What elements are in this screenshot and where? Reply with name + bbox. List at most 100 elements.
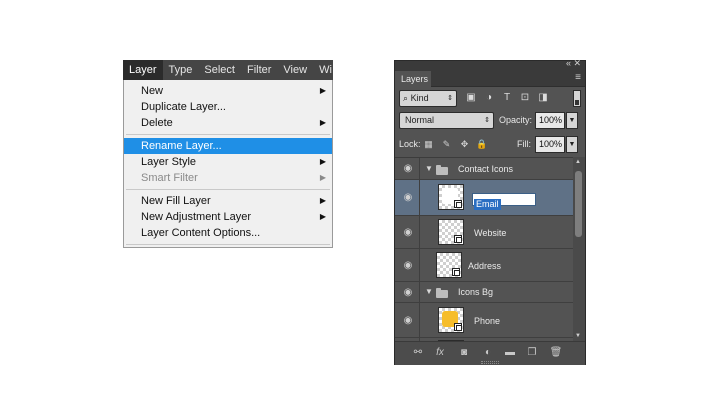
close-icon[interactable]: ✕ (573, 58, 581, 69)
menu-type[interactable]: Type (163, 60, 199, 80)
tab-layers[interactable]: Layers (395, 71, 431, 88)
layers-scrollbar[interactable]: ▲ ▼ (573, 157, 585, 341)
layer-row-email[interactable]: ◉ Email (395, 180, 573, 216)
type-layer-filter-icon[interactable]: T (501, 92, 513, 104)
menu-item-layer-style-label: Layer Style (141, 156, 197, 168)
menu-item-duplicate-layer[interactable]: Duplicate Layer... (124, 99, 332, 115)
eye-icon[interactable]: ◉ (401, 227, 415, 238)
trash-icon[interactable]: 🗑 (549, 347, 563, 359)
menu-view[interactable]: View (277, 60, 313, 80)
panel-bottom-toolbar: ⚯ fx ◙ ◐ ▬ ❐ 🗑 (395, 341, 585, 365)
submenu-arrow-icon: ▶ (319, 173, 326, 182)
menu-item-new-adjustment-label: New Adjustment Layer (141, 211, 252, 223)
collapse-icon[interactable]: « (566, 58, 571, 68)
menu-item-layer-style[interactable]: Layer Style ▶ (124, 154, 332, 170)
menu-separator (126, 189, 330, 190)
divider (419, 158, 420, 179)
fill-dropdown-button[interactable]: ▼ (566, 136, 578, 153)
new-layer-icon[interactable]: ❐ (525, 347, 539, 359)
smart-object-icon (454, 323, 462, 331)
fill-label: Fill: (517, 139, 531, 149)
menu-item-rename-layer[interactable]: Rename Layer... (124, 138, 332, 154)
menu-item-new-fill-layer[interactable]: New Fill Layer ▶ (124, 193, 332, 209)
menu-separator (126, 134, 330, 135)
lock-all-icon[interactable]: 🔒 (476, 139, 487, 150)
layer-row-website[interactable]: ◉ Website (395, 216, 573, 249)
layer-name: Website (474, 228, 507, 238)
new-group-folder-icon[interactable]: ▬ (503, 347, 517, 359)
layers-list: ◉ ▼ Contact Icons ◉ Email ◉ Website ◉ Ad… (395, 157, 573, 341)
opacity-input[interactable]: 100% (535, 112, 565, 129)
fill-input[interactable]: 100% (535, 136, 565, 153)
menu-layer[interactable]: Layer (123, 60, 163, 80)
expand-triangle-icon[interactable]: ▼ (425, 164, 433, 173)
layer-style-fx-icon[interactable]: fx (433, 347, 447, 359)
panel-titlebar: « ✕ (395, 58, 585, 71)
menu-item-delete-label: Delete (141, 117, 173, 129)
add-mask-icon[interactable]: ◙ (457, 347, 471, 359)
menu-item-smart-filter: Smart Filter ▶ (124, 170, 332, 186)
menu-item-delete[interactable]: Delete ▶ (124, 115, 332, 131)
blend-mode-select[interactable]: Normal ⇕ (399, 112, 494, 129)
lock-position-icon[interactable]: ✥ (459, 139, 470, 150)
layer-dropdown: New ▶ Duplicate Layer... Delete ▶ Rename… (123, 80, 333, 248)
adjustment-layer-filter-icon[interactable]: ◑ (483, 92, 495, 104)
scroll-down-icon[interactable]: ▼ (575, 333, 581, 339)
filter-row: ⌕ Kind ⇕ ▣ ◑ T ⊡ ◨ (399, 90, 581, 108)
menu-item-layer-content-options[interactable]: Layer Content Options... (124, 225, 332, 241)
layer-group-icons-bg[interactable]: ◉ ▼ Icons Bg (395, 282, 573, 303)
filter-toggle-switch[interactable] (573, 90, 581, 107)
submenu-arrow-icon: ▶ (319, 118, 326, 127)
menu-select[interactable]: Select (198, 60, 241, 80)
layer-thumbnail (438, 219, 464, 245)
layer-menu-window: Layer Type Select Filter View Wi New ▶ D… (123, 60, 333, 248)
filter-kind-label: Kind (410, 93, 429, 103)
menu-item-content-options-label: Layer Content Options... (141, 227, 261, 239)
divider (419, 303, 420, 337)
divider (419, 180, 420, 215)
blend-mode-label: Normal (405, 115, 435, 125)
layer-row-phone[interactable]: ◉ Phone (395, 303, 573, 338)
adjustment-layer-icon[interactable]: ◐ (481, 347, 495, 359)
shape-layer-filter-icon[interactable]: ⊡ (519, 92, 531, 104)
submenu-arrow-icon: ▶ (319, 86, 326, 95)
lock-paint-icon[interactable]: ✎ (441, 139, 452, 150)
eye-icon[interactable]: ◉ (401, 163, 415, 174)
filter-kind-select[interactable]: ⌕ Kind ⇕ (399, 90, 457, 107)
submenu-arrow-icon: ▶ (319, 157, 326, 166)
layer-row-address[interactable]: ◉ Address (395, 249, 573, 282)
eye-icon[interactable]: ◉ (401, 260, 415, 271)
smart-object-icon (452, 268, 460, 276)
menu-window[interactable]: Wi (313, 60, 333, 80)
folder-icon (436, 165, 448, 175)
layer-group-contact-icons[interactable]: ◉ ▼ Contact Icons (395, 158, 573, 180)
menu-item-new-adjustment-layer[interactable]: New Adjustment Layer ▶ (124, 209, 332, 225)
eye-icon[interactable]: ◉ (401, 192, 415, 203)
smart-object-icon (454, 200, 462, 208)
opacity-dropdown-button[interactable]: ▼ (566, 112, 578, 129)
layer-name: Phone (474, 316, 501, 326)
updown-icon: ⇕ (447, 95, 453, 102)
panel-tabbar: Layers ≡ (395, 71, 585, 88)
pixel-layer-filter-icon[interactable]: ▣ (465, 92, 477, 104)
menu-item-duplicate-label: Duplicate Layer... (141, 101, 226, 113)
resize-grip[interactable] (481, 361, 499, 364)
group-name: Contact Icons (458, 164, 514, 174)
opacity-label: Opacity: (499, 115, 533, 125)
scrollbar-thumb[interactable] (575, 171, 582, 237)
group-name: Icons Bg (458, 287, 494, 297)
menu-filter[interactable]: Filter (241, 60, 277, 80)
link-layers-icon[interactable]: ⚯ (411, 347, 425, 359)
scroll-up-icon[interactable]: ▲ (575, 159, 581, 165)
eye-icon[interactable]: ◉ (401, 287, 415, 298)
panel-menu-icon[interactable]: ≡ (575, 72, 581, 83)
menu-item-new[interactable]: New ▶ (124, 83, 332, 99)
expand-triangle-icon[interactable]: ▼ (425, 287, 433, 296)
eye-icon[interactable]: ◉ (401, 315, 415, 326)
layer-rename-input[interactable]: Email (472, 193, 536, 210)
lock-label: Lock: (399, 139, 421, 149)
menu-bar: Layer Type Select Filter View Wi (123, 60, 333, 80)
smart-object-filter-icon[interactable]: ◨ (537, 92, 549, 104)
lock-transparency-icon[interactable]: ▦ (423, 139, 434, 150)
menu-item-new-fill-label: New Fill Layer (141, 195, 211, 207)
